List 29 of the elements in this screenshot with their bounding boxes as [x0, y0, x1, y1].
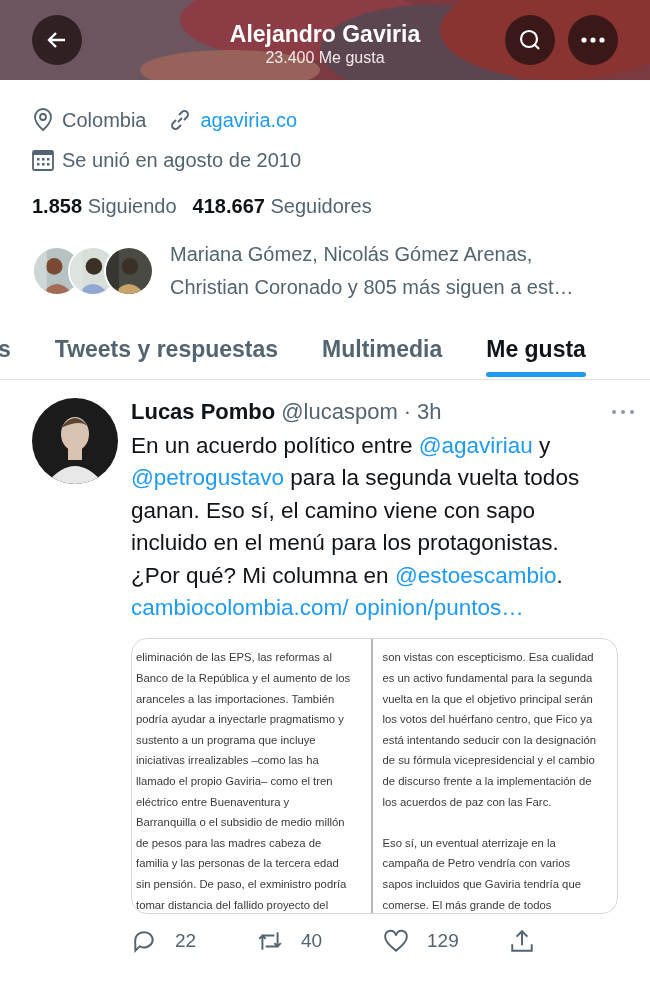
heart-icon	[383, 928, 409, 955]
reply-button[interactable]: 22	[131, 928, 257, 955]
share-icon	[509, 928, 535, 955]
profile-tab[interactable]: Tweets y respuestas	[54, 318, 279, 380]
more-icon[interactable]	[611, 408, 635, 416]
profile-tab[interactable]: Multimedia	[322, 318, 443, 380]
document-image[interactable]	[131, 638, 618, 915]
reply-icon	[131, 928, 157, 955]
likes-count: 23.400 Me gusta	[265, 48, 385, 68]
column-text: son vistas con escepticismo. Esa cualidad es un activo fundamental para la segunda vuelta en la que el objetivo principal serán los votos del huérfano centro, que Fico ya está intentando seducir con la designación de su fórmula vicepresidencial y el cambio de discurso frente a la implementación de los acuerdos de paz con las Farc. Eso sí, un eventual aterrizaje en la campaña de Petro vendría con varios sapos incluidos que Gaviria tendría que comerse. El más grande de todos	[370, 639, 617, 914]
followers-count[interactable]: 418.667 Seguidores	[192, 194, 372, 218]
calendar-icon	[32, 149, 54, 171]
profile-tab[interactable]: Me gusta	[486, 318, 586, 380]
author-name[interactable]: Lucas Pombo	[131, 399, 276, 425]
author-handle: @lucaspom	[281, 399, 398, 425]
retweet-button[interactable]: 40	[257, 928, 383, 955]
tweet-time: 3h	[417, 399, 442, 425]
search-icon	[518, 28, 542, 52]
more-icon	[581, 37, 605, 43]
followers-you-know[interactable]: Mariana Gómez, Nicolás Gómez Arenas, Christian Coronado y 805 más siguen a est…	[170, 238, 610, 304]
column-text: eliminación de las EPS, las reformas al Banco de la República y el aumento de los aranceles a las importaciones. También podría ayudar a inyectarle pragmatismo y sustento a un programa que incluye iniciativas irrealizables –como las ha llamado el propio Gaviria– como el tren eléctrico entre Buenaventura y Barranquilla o el subsidio de medio millón de pesos para las madres cabeza de familia y las personas de la tercera edad sin pensión. De paso, el exministro podría tomar distancia del fallido proyecto del	[135, 650, 352, 913]
like-button[interactable]: 129	[383, 928, 509, 955]
tweet-text: En un acuerdo político entre @agaviriau y @petrogustavo para la segunda vuelta todos ganan. Eso sí, el camino viene con sapo incluido en el menú para los protagonistas. ¿Por qué? Mi columna en @estoescambio. cambiocolombia.com/ opinion/puntos…	[131, 432, 581, 623]
location-icon	[32, 108, 54, 132]
profile-name: Alejandro Gaviria	[229, 20, 421, 48]
location-text: Colombia	[62, 108, 147, 132]
separator: ·	[403, 399, 412, 425]
following-count[interactable]: 1.858 Siguiendo	[32, 194, 177, 218]
joined-date: Se unió en agosto de 2010	[62, 148, 302, 172]
